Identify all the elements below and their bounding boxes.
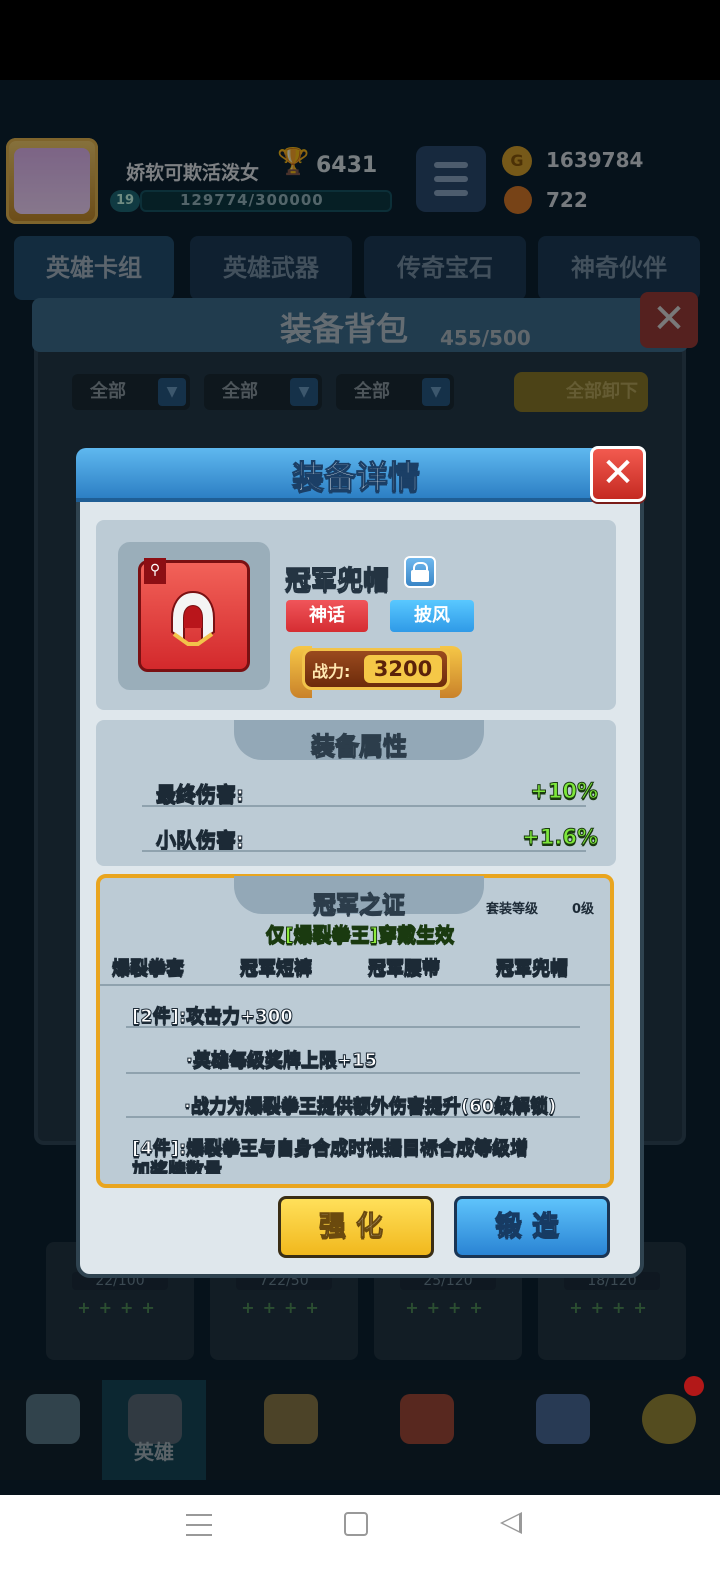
set-bonus-line: 加奖牌数量 (132, 1160, 222, 1175)
set-condition: 仅[爆裂拳王]穿戴生效 (265, 924, 455, 947)
type-tag: 披风 (390, 600, 474, 632)
attributes-title: 装备属性 (311, 732, 408, 761)
close-button[interactable]: ✕ (590, 446, 646, 502)
modal-title: 装备详情 (291, 458, 420, 497)
set-piece: 冠军短裤 (240, 958, 313, 980)
set-bonus-line: ·战力为爆裂拳王提供额外伤害提升(60级解锁) (183, 1096, 557, 1118)
attribute-label: 最终伤害: (156, 782, 245, 807)
forge-button[interactable]: 锻造 (454, 1196, 610, 1258)
system-nav-bar (0, 1495, 720, 1583)
set-title: 冠军之证 (313, 892, 406, 919)
attribute-value: +10% (530, 779, 599, 804)
set-bonus-line: [2件]:攻击力+300 (132, 1006, 294, 1028)
set-level-label: 套装等级 (486, 902, 539, 917)
set-piece: 爆裂拳套 (112, 958, 185, 980)
hood-icon (171, 590, 215, 646)
power-value: 3200 (373, 657, 433, 681)
divider (142, 805, 586, 807)
status-bar (0, 0, 720, 80)
set-bonus-line: ·英雄每级奖牌上限+15 (186, 1050, 378, 1072)
power-label: 战力: (312, 662, 351, 681)
upgrade-button[interactable]: 强化 (278, 1196, 434, 1258)
divider (100, 984, 610, 986)
set-piece: 冠军兜帽 (496, 958, 569, 980)
attribute-value: +1.6% (522, 825, 599, 850)
set-piece: 冠军腰带 (368, 958, 441, 980)
recent-apps-icon[interactable] (186, 1512, 212, 1540)
divider (126, 1116, 580, 1118)
pin-icon: ⚲ (144, 558, 166, 584)
attribute-label: 小队伤害: (156, 828, 245, 853)
divider (126, 1026, 580, 1028)
home-icon[interactable] (344, 1512, 368, 1536)
rarity-tag: 神话 (286, 600, 368, 632)
notification-dot (684, 1376, 704, 1396)
item-name: 冠军兜帽 (284, 566, 390, 597)
set-level-value: 0级 (572, 902, 595, 917)
divider (126, 1072, 580, 1074)
divider (142, 850, 586, 852)
